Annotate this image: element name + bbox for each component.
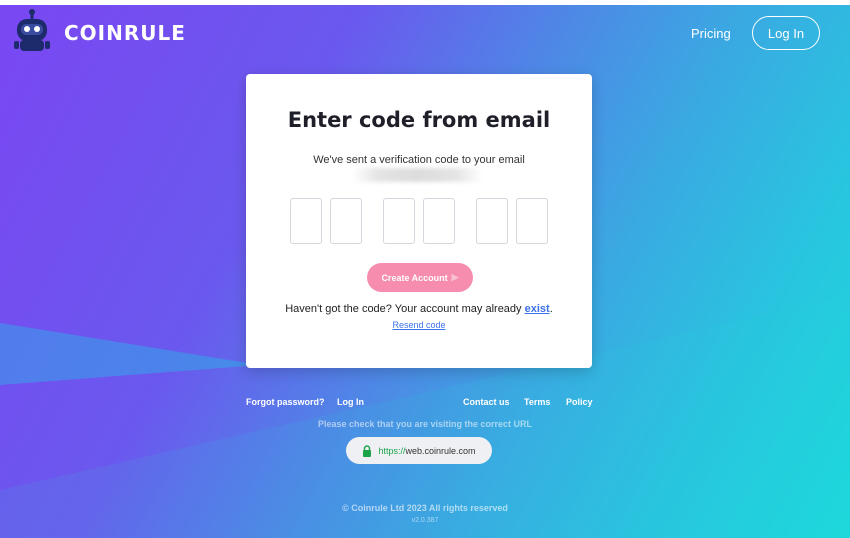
code-digit-3[interactable] <box>383 198 415 244</box>
url-text: https://web.coinrule.com <box>378 446 475 456</box>
url-badge: https://web.coinrule.com <box>346 437 492 464</box>
copyright-text: © Coinrule Ltd 2023 All rights reserved <box>342 503 508 513</box>
policy-link[interactable]: Policy <box>566 397 593 407</box>
create-account-button[interactable]: Create Account ▶ <box>367 263 473 292</box>
create-account-label: Create Account <box>381 272 448 283</box>
redacted-email <box>352 168 482 182</box>
code-digit-5[interactable] <box>476 198 508 244</box>
forgot-password-link[interactable]: Forgot password? <box>246 397 325 407</box>
version-text: v2.0.387 <box>411 517 439 524</box>
code-digit-6[interactable] <box>516 198 548 244</box>
no-code-text: Haven't got the code? Your account may a… <box>285 303 525 315</box>
exist-link[interactable]: exist <box>525 303 550 315</box>
page-title: Enter code from email <box>287 108 551 132</box>
lock-icon <box>363 444 372 457</box>
no-code-message: Haven't got the code? Your account may a… <box>246 303 592 315</box>
code-digit-2[interactable] <box>330 198 362 244</box>
url-domain: web.coinrule.com <box>405 445 476 456</box>
robot-icon[interactable] <box>14 8 50 54</box>
check-url-notice: Please check that you are visiting the c… <box>317 419 533 429</box>
terms-link[interactable]: Terms <box>524 397 550 407</box>
resend-code-link[interactable]: Resend code <box>246 320 592 330</box>
contact-us-link[interactable]: Contact us <box>463 397 510 407</box>
pricing-link[interactable]: Pricing <box>691 26 731 41</box>
header-login-button[interactable]: Log In <box>752 16 820 50</box>
code-digit-4[interactable] <box>423 198 455 244</box>
url-https: https:// <box>378 445 406 456</box>
exist-suffix: . <box>549 303 553 315</box>
brand-name[interactable]: COINRULE <box>64 21 186 45</box>
footer-login-link[interactable]: Log In <box>337 397 364 407</box>
play-arrow-icon: ▶ <box>451 272 459 282</box>
verification-subtitle: We've sent a verification code to your e… <box>313 154 525 166</box>
code-digit-1[interactable] <box>290 198 322 244</box>
